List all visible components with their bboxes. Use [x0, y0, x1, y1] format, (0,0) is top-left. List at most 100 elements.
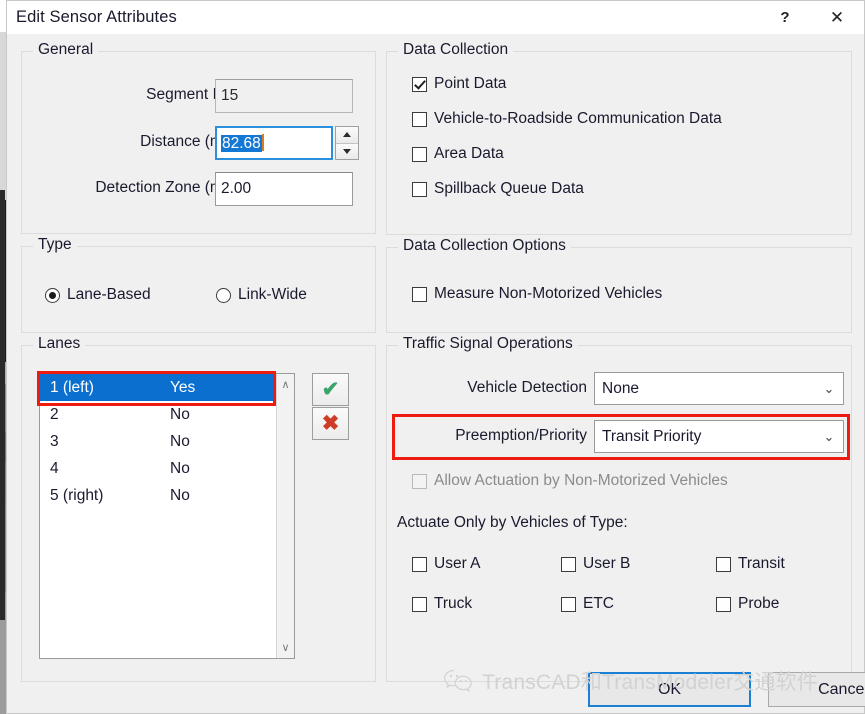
- check-icon: ✔: [321, 378, 340, 401]
- checkbox-truck[interactable]: Truck: [412, 595, 472, 613]
- dialog-title: Edit Sensor Attributes: [16, 8, 177, 26]
- checkbox-icon: [412, 181, 427, 197]
- lane-name: 2: [50, 405, 59, 423]
- lane-name: 5 (right): [50, 486, 104, 504]
- checkbox-label: Truck: [434, 595, 473, 612]
- spinner-down-icon[interactable]: [336, 143, 358, 159]
- edit-sensor-attributes-dialog: Edit Sensor Attributes ? ✕ General Segme…: [6, 0, 865, 714]
- lane-name: 3: [50, 432, 59, 450]
- preemption-priority-dropdown[interactable]: Transit Priority ⌄: [594, 420, 844, 453]
- checkbox-label: Allow Actuation by Non-Motorized Vehicle…: [434, 472, 728, 489]
- checkbox-label: Area Data: [434, 145, 504, 162]
- detection-zone-field[interactable]: 2.00: [215, 172, 353, 206]
- detection-zone-label: Detection Zone (m): [95, 179, 228, 196]
- checkbox-icon: [561, 556, 576, 572]
- dialog-body: General Segment ID 15 Distance (m) 82.68…: [7, 34, 865, 713]
- screenshot-root: Edit Sensor Attributes ? ✕ General Segme…: [0, 0, 865, 714]
- ok-button[interactable]: OK: [588, 672, 751, 707]
- checkbox-label: User B: [583, 555, 631, 572]
- text-caret: [261, 134, 264, 151]
- checkbox-icon: [412, 286, 427, 302]
- traffic-signal-operations-group-label: Traffic Signal Operations: [398, 335, 578, 353]
- vehicle-detection-label: Vehicle Detection: [467, 379, 587, 396]
- distance-value-selected: 82.68: [221, 135, 262, 152]
- checkbox-icon: [412, 473, 427, 489]
- general-group-label: General: [33, 41, 99, 59]
- radio-indicator-icon: [45, 287, 60, 303]
- spinner-up-icon[interactable]: [336, 127, 358, 144]
- title-bar: Edit Sensor Attributes ? ✕: [7, 1, 864, 35]
- data-collection-group: Data Collection Point Data Vehicle-to-Ro…: [386, 41, 852, 235]
- checkbox-probe[interactable]: Probe: [716, 595, 779, 613]
- general-group: General Segment ID 15 Distance (m) 82.68…: [21, 41, 376, 234]
- checkbox-icon: [716, 556, 731, 572]
- preemption-priority-value: Transit Priority: [602, 427, 702, 445]
- lane-name: 1 (left): [50, 378, 94, 396]
- chevron-down-icon[interactable]: ⌄: [815, 429, 843, 445]
- checkbox-measure-non-motorized-vehicles[interactable]: Measure Non-Motorized Vehicles: [412, 285, 662, 303]
- radio-lane-based-label: Lane-Based: [67, 286, 151, 303]
- checkbox-label: ETC: [583, 595, 614, 612]
- cancel-button[interactable]: Cancel: [768, 672, 865, 707]
- checkbox-label: Point Data: [434, 75, 507, 92]
- list-item[interactable]: 3 No: [40, 428, 277, 455]
- checkbox-transit[interactable]: Transit: [716, 555, 785, 573]
- vehicle-detection-dropdown[interactable]: None ⌄: [594, 372, 844, 405]
- lanes-group: Lanes 1 (left) Yes 2 No 3 No 4 No 5 (rig…: [21, 335, 376, 682]
- list-item[interactable]: 5 (right) No: [40, 482, 277, 509]
- lane-name: 4: [50, 459, 59, 477]
- radio-indicator-icon: [216, 287, 231, 303]
- distance-label: Distance (m): [140, 133, 228, 150]
- help-button[interactable]: ?: [762, 1, 808, 34]
- actuate-only-heading: Actuate Only by Vehicles of Type:: [397, 514, 628, 531]
- close-icon[interactable]: ✕: [814, 1, 860, 34]
- type-group-label: Type: [33, 236, 77, 254]
- checkbox-label: User A: [434, 555, 481, 572]
- checkbox-icon: [716, 596, 731, 612]
- checkbox-label: Transit: [738, 555, 785, 572]
- checkbox-icon: [412, 556, 427, 572]
- checkbox-icon: [412, 111, 427, 127]
- lanes-group-label: Lanes: [33, 335, 86, 353]
- lanes-listbox[interactable]: 1 (left) Yes 2 No 3 No 4 No 5 (right) No…: [39, 373, 295, 659]
- checkbox-v2r-communication-data[interactable]: Vehicle-to-Roadside Communication Data: [412, 110, 722, 128]
- scroll-up-icon[interactable]: ∧: [277, 376, 294, 393]
- lane-value: No: [170, 405, 190, 423]
- traffic-signal-operations-group: Traffic Signal Operations Vehicle Detect…: [386, 335, 852, 682]
- checkbox-icon: [561, 596, 576, 612]
- radio-link-wide-label: Link-Wide: [238, 286, 307, 303]
- list-item[interactable]: 1 (left) Yes: [40, 374, 277, 401]
- radio-lane-based[interactable]: Lane-Based: [45, 286, 151, 304]
- accept-lane-button[interactable]: ✔: [312, 373, 349, 406]
- checkbox-allow-actuation-non-motorized[interactable]: Allow Actuation by Non-Motorized Vehicle…: [412, 472, 728, 490]
- checkbox-label: Vehicle-to-Roadside Communication Data: [434, 110, 722, 127]
- segment-id-label: Segment ID: [146, 86, 228, 103]
- vehicle-detection-value: None: [602, 379, 640, 397]
- list-item[interactable]: 4 No: [40, 455, 277, 482]
- checkbox-user-a[interactable]: User A: [412, 555, 481, 573]
- checkbox-etc[interactable]: ETC: [561, 595, 614, 613]
- checkbox-area-data[interactable]: Area Data: [412, 145, 504, 163]
- data-collection-group-label: Data Collection: [398, 41, 514, 59]
- radio-link-wide[interactable]: Link-Wide: [216, 286, 307, 304]
- x-icon: ✖: [321, 412, 340, 435]
- checkbox-icon: [412, 146, 427, 162]
- delete-lane-button[interactable]: ✖: [312, 407, 349, 440]
- checkbox-icon: [412, 596, 427, 612]
- data-collection-options-group: Data Collection Options Measure Non-Moto…: [386, 237, 852, 333]
- checkbox-label: Measure Non-Motorized Vehicles: [434, 285, 663, 302]
- checkbox-spillback-queue-data[interactable]: Spillback Queue Data: [412, 180, 584, 198]
- lanes-scrollbar[interactable]: ∧ ∨: [276, 374, 294, 658]
- distance-field[interactable]: 82.68: [215, 126, 333, 160]
- checkbox-point-data[interactable]: Point Data: [412, 75, 506, 93]
- data-collection-options-group-label: Data Collection Options: [398, 237, 571, 255]
- scroll-down-icon[interactable]: ∨: [277, 639, 294, 656]
- lanes-list: 1 (left) Yes 2 No 3 No 4 No 5 (right) No: [40, 374, 277, 658]
- list-item[interactable]: 2 No: [40, 401, 277, 428]
- distance-spinner[interactable]: [335, 126, 359, 160]
- checkbox-icon: [412, 76, 427, 92]
- lane-value: No: [170, 459, 190, 477]
- checkbox-user-b[interactable]: User B: [561, 555, 630, 573]
- chevron-down-icon[interactable]: ⌄: [815, 381, 843, 397]
- lane-value: No: [170, 486, 190, 504]
